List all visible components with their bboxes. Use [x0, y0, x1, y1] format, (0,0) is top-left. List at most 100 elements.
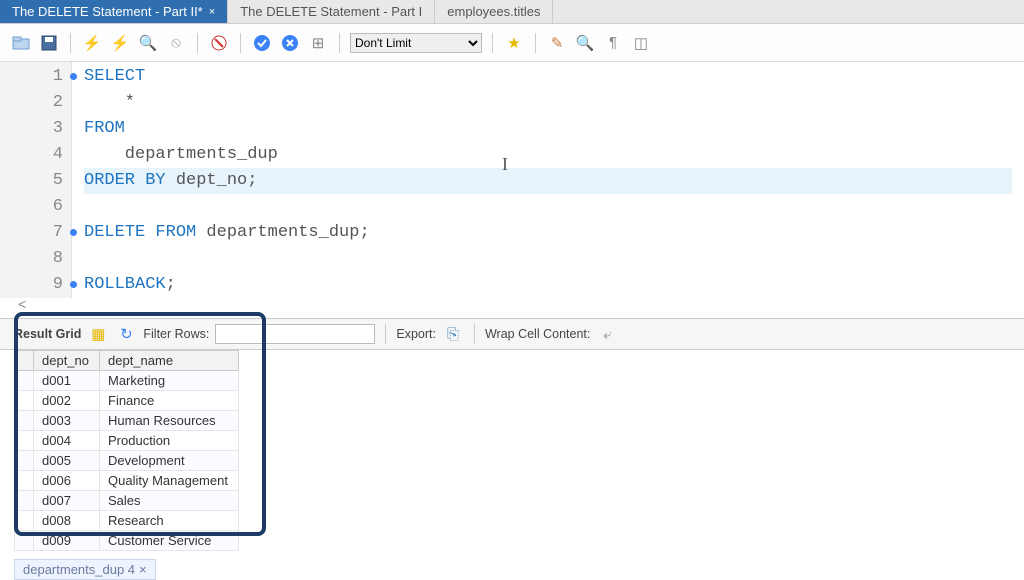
- stop-icon[interactable]: [208, 32, 230, 54]
- table-cell[interactable]: d006: [34, 471, 100, 491]
- table-row[interactable]: d003Human Resources: [15, 411, 239, 431]
- refresh-icon[interactable]: ↻: [115, 323, 137, 345]
- result-tab[interactable]: departments_dup 4 ×: [14, 559, 156, 580]
- panel-icon[interactable]: ◫: [630, 32, 652, 54]
- code-line[interactable]: ORDER BY dept_no;: [84, 168, 1012, 194]
- autocommit-icon[interactable]: ⊞: [307, 32, 329, 54]
- table-cell[interactable]: Research: [100, 511, 239, 531]
- row-selector[interactable]: [15, 451, 34, 471]
- open-icon[interactable]: [10, 32, 32, 54]
- column-header[interactable]: dept_no: [34, 351, 100, 371]
- line-number: 2: [0, 90, 63, 116]
- table-cell[interactable]: d009: [34, 531, 100, 551]
- table-row[interactable]: d007Sales: [15, 491, 239, 511]
- result-grid-wrap: dept_nodept_named001Marketingd002Finance…: [0, 350, 1024, 559]
- row-selector[interactable]: [15, 491, 34, 511]
- paragraph-icon[interactable]: ¶: [602, 32, 624, 54]
- table-cell[interactable]: d005: [34, 451, 100, 471]
- execute-icon[interactable]: ⚡: [81, 32, 103, 54]
- row-selector[interactable]: [15, 531, 34, 551]
- explain-icon[interactable]: 🔍: [137, 32, 159, 54]
- line-number: 9: [0, 272, 63, 298]
- code-line[interactable]: SELECT: [84, 64, 1012, 90]
- line-number: 8: [0, 246, 63, 272]
- table-cell[interactable]: Marketing: [100, 371, 239, 391]
- editor-tab[interactable]: The DELETE Statement - Part I: [228, 0, 435, 23]
- tab-bar: The DELETE Statement - Part II*× The DELE…: [0, 0, 1024, 24]
- save-icon[interactable]: [38, 32, 60, 54]
- table-cell[interactable]: Customer Service: [100, 531, 239, 551]
- row-selector[interactable]: [15, 511, 34, 531]
- row-selector-header: [15, 351, 34, 371]
- row-selector[interactable]: [15, 411, 34, 431]
- limit-select[interactable]: Don't Limit: [350, 33, 482, 53]
- sql-editor[interactable]: 123456789 I SELECT *FROM departments_dup…: [0, 62, 1024, 298]
- result-toolbar: Result Grid ▦ ↻ Filter Rows: Export: ⎘ W…: [0, 318, 1024, 350]
- execute-step-icon[interactable]: ⚡: [109, 32, 131, 54]
- table-row[interactable]: d002Finance: [15, 391, 239, 411]
- line-number: 4: [0, 142, 63, 168]
- column-header[interactable]: dept_name: [100, 351, 239, 371]
- filter-rows-input[interactable]: [215, 324, 375, 344]
- result-table[interactable]: dept_nodept_named001Marketingd002Finance…: [14, 350, 239, 551]
- cancel-icon[interactable]: ⦸: [165, 32, 187, 54]
- line-number: 6: [0, 194, 63, 220]
- table-cell[interactable]: d004: [34, 431, 100, 451]
- row-selector[interactable]: [15, 431, 34, 451]
- grid-icon[interactable]: ▦: [87, 323, 109, 345]
- text-cursor-icon: I: [502, 154, 508, 175]
- editor-tab[interactable]: employees.titles: [435, 0, 553, 23]
- result-grid-label: Result Grid: [14, 327, 81, 341]
- tab-label: employees.titles: [447, 4, 540, 19]
- table-cell[interactable]: d007: [34, 491, 100, 511]
- table-cell[interactable]: Development: [100, 451, 239, 471]
- beautify-icon[interactable]: ★: [503, 32, 525, 54]
- tab-label: The DELETE Statement - Part I: [240, 4, 422, 19]
- table-cell[interactable]: d003: [34, 411, 100, 431]
- wrap-cell-label: Wrap Cell Content:: [485, 327, 590, 341]
- export-icon[interactable]: ⎘: [442, 323, 464, 345]
- result-tab-label: departments_dup 4: [23, 562, 135, 577]
- table-cell[interactable]: d002: [34, 391, 100, 411]
- table-cell[interactable]: Quality Management: [100, 471, 239, 491]
- close-icon[interactable]: ×: [209, 6, 215, 18]
- close-icon[interactable]: ×: [139, 562, 147, 577]
- commit-icon[interactable]: [251, 32, 273, 54]
- export-label: Export:: [396, 327, 436, 341]
- row-selector[interactable]: [15, 391, 34, 411]
- gutter: 123456789: [0, 62, 72, 298]
- rollback-icon[interactable]: [279, 32, 301, 54]
- table-row[interactable]: d001Marketing: [15, 371, 239, 391]
- table-row[interactable]: d008Research: [15, 511, 239, 531]
- line-number: 3: [0, 116, 63, 142]
- code-line[interactable]: DELETE FROM departments_dup;: [84, 220, 1012, 246]
- scroll-left-icon[interactable]: <: [0, 298, 1024, 318]
- table-row[interactable]: d005Development: [15, 451, 239, 471]
- table-row[interactable]: d006Quality Management: [15, 471, 239, 491]
- code-line[interactable]: ROLLBACK;: [84, 272, 1012, 298]
- table-cell[interactable]: Human Resources: [100, 411, 239, 431]
- code-line[interactable]: FROM: [84, 116, 1012, 142]
- row-selector[interactable]: [15, 471, 34, 491]
- line-number: 5: [0, 168, 63, 194]
- table-row[interactable]: d004Production: [15, 431, 239, 451]
- row-selector[interactable]: [15, 371, 34, 391]
- table-cell[interactable]: d008: [34, 511, 100, 531]
- search-icon[interactable]: 🔍: [574, 32, 596, 54]
- code-line[interactable]: [84, 246, 1012, 272]
- code-line[interactable]: [84, 194, 1012, 220]
- table-cell[interactable]: d001: [34, 371, 100, 391]
- table-cell[interactable]: Sales: [100, 491, 239, 511]
- brush-icon[interactable]: ✎: [546, 32, 568, 54]
- line-number: 1: [0, 64, 63, 90]
- filter-rows-label: Filter Rows:: [143, 327, 209, 341]
- editor-tab[interactable]: The DELETE Statement - Part II*×: [0, 0, 228, 23]
- code-line[interactable]: *: [84, 90, 1012, 116]
- code-area[interactable]: I SELECT *FROM departments_dupORDER BY d…: [72, 62, 1024, 298]
- table-row[interactable]: d009Customer Service: [15, 531, 239, 551]
- wrap-cell-icon[interactable]: ⤶: [596, 323, 618, 345]
- code-line[interactable]: departments_dup: [84, 142, 1012, 168]
- line-number: 7: [0, 220, 63, 246]
- table-cell[interactable]: Finance: [100, 391, 239, 411]
- table-cell[interactable]: Production: [100, 431, 239, 451]
